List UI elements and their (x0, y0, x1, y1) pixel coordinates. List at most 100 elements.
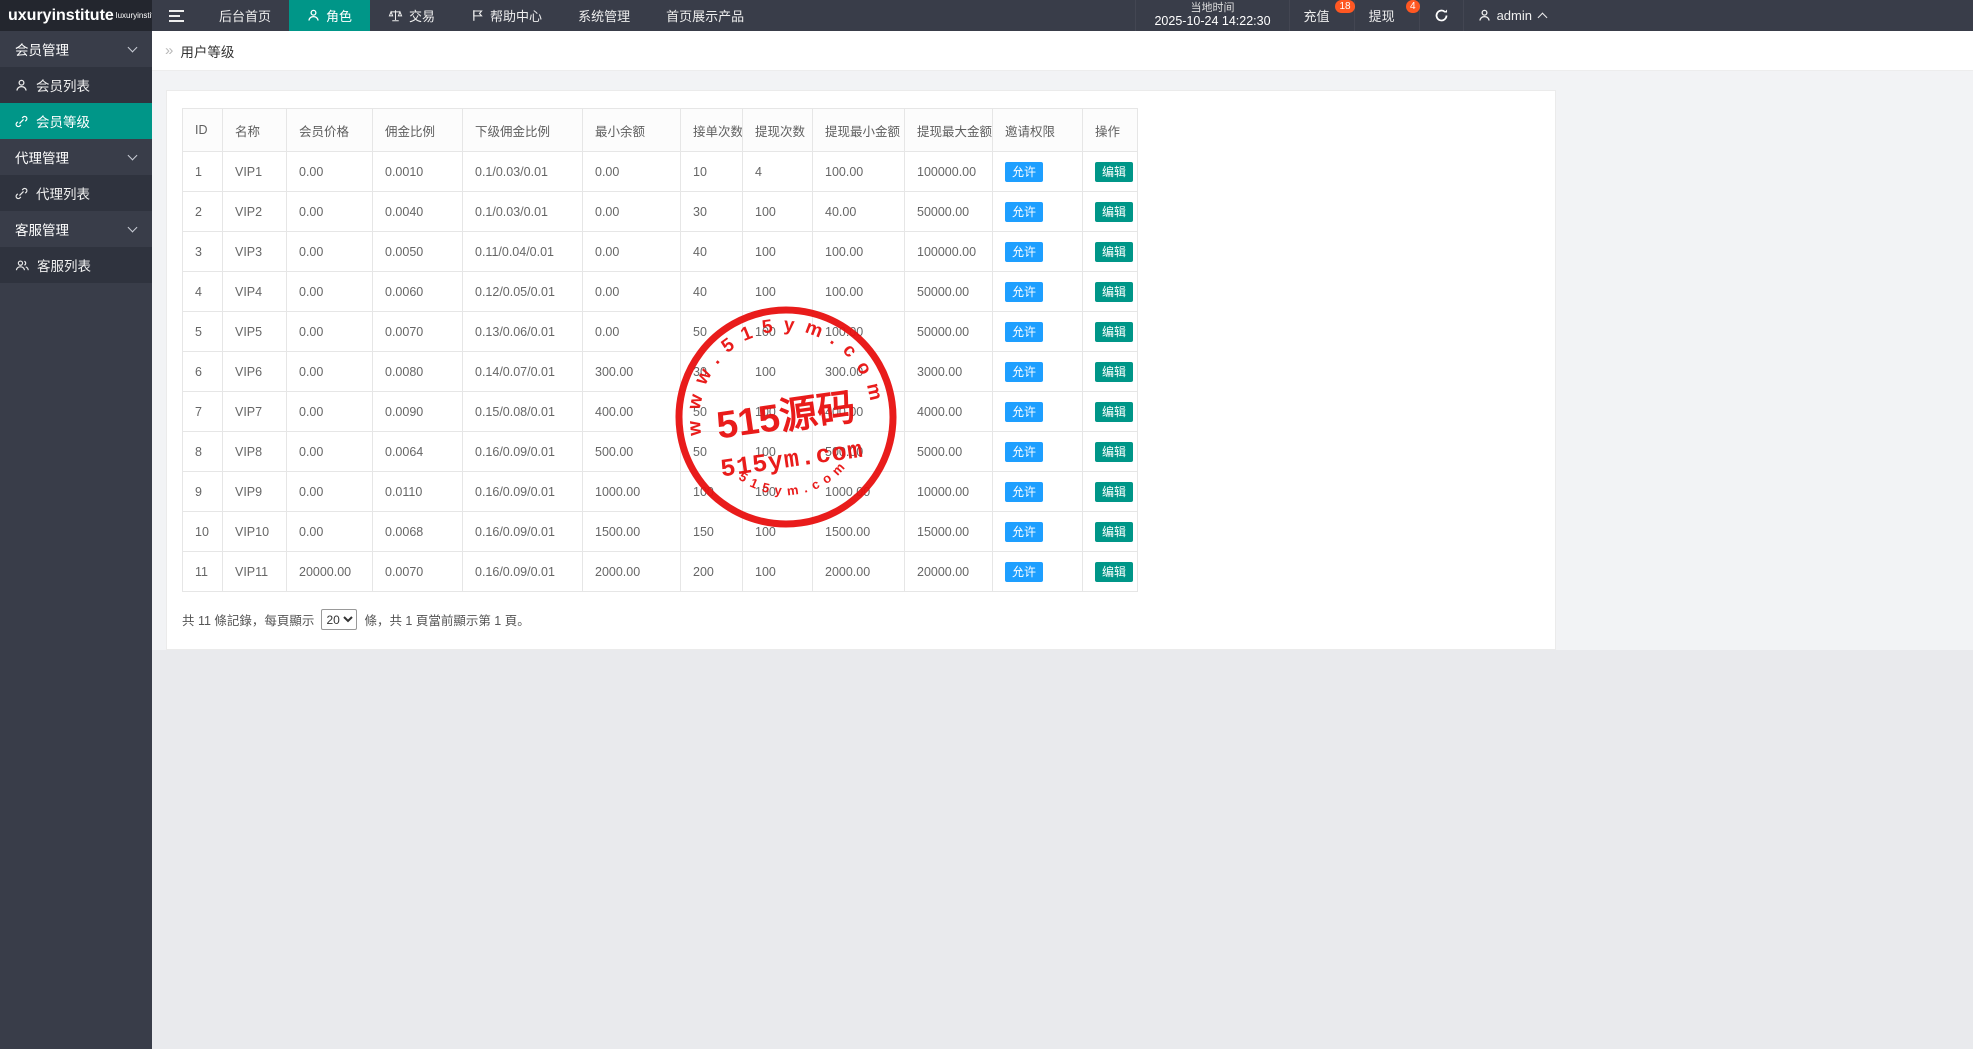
page-size-select[interactable]: 20 (321, 609, 357, 630)
topbar: uxuryinstitute luxuryinstitute 后台首页 角色 交… (0, 0, 1973, 31)
table-cell: 100.00 (813, 152, 905, 192)
invite-permission-cell: 允许 (993, 152, 1083, 192)
nav-item-dashboard[interactable]: 后台首页 (201, 0, 289, 31)
invite-permission-cell: 允许 (993, 232, 1083, 272)
table-cell: 20000.00 (905, 552, 993, 592)
nav-item-roles[interactable]: 角色 (289, 0, 370, 31)
hamburger-menu-icon[interactable] (152, 0, 201, 31)
table-cell: 50000.00 (905, 312, 993, 352)
nav-item-system[interactable]: 系统管理 (560, 0, 648, 31)
edit-button[interactable]: 编辑 (1095, 162, 1133, 182)
table-cell: 0.16/0.09/0.01 (463, 512, 583, 552)
table-cell: 100000.00 (905, 152, 993, 192)
table-cell: 100 (743, 272, 813, 312)
topbar-right: 当地时间 2025-10-24 14:22:30 充值 18 提现 4 admi… (1135, 0, 1560, 31)
flag-icon (471, 9, 484, 22)
allow-button[interactable]: 允许 (1005, 402, 1043, 422)
nav-item-trade[interactable]: 交易 (370, 0, 453, 31)
table-cell: 4 (743, 152, 813, 192)
table-cell: 50 (681, 432, 743, 472)
edit-button[interactable]: 编辑 (1095, 442, 1133, 462)
table-cell: 1500.00 (813, 512, 905, 552)
allow-button[interactable]: 允许 (1005, 282, 1043, 302)
edit-button[interactable]: 编辑 (1095, 562, 1133, 582)
sidebar-item-label: 代理列表 (36, 183, 90, 203)
edit-button[interactable]: 编辑 (1095, 362, 1133, 382)
edit-button[interactable]: 编辑 (1095, 282, 1133, 302)
sidebar-item-agent-list[interactable]: 代理列表 (0, 175, 152, 211)
column-header: 提现最大金额 (905, 109, 993, 152)
user-level-table: ID名称会员价格佣金比例下级佣金比例最小余额接单次数提现次数提现最小金额提现最大… (182, 108, 1138, 592)
admin-menu[interactable]: admin (1463, 0, 1560, 31)
recharge-label: 充值 (1304, 6, 1330, 25)
column-header: 名称 (223, 109, 287, 152)
allow-button[interactable]: 允许 (1005, 562, 1043, 582)
allow-button[interactable]: 允许 (1005, 242, 1043, 262)
edit-button[interactable]: 编辑 (1095, 402, 1133, 422)
edit-button[interactable]: 编辑 (1095, 242, 1133, 262)
table-cell: 5000.00 (905, 432, 993, 472)
table-cell: 100000.00 (905, 232, 993, 272)
table-cell: 15000.00 (905, 512, 993, 552)
column-header: 提现次数 (743, 109, 813, 152)
table-cell: 40 (681, 232, 743, 272)
sidebar-group-member-management[interactable]: 会员管理 (0, 31, 152, 67)
sidebar-group-agent-management[interactable]: 代理管理 (0, 139, 152, 175)
nav-item-help-center[interactable]: 帮助中心 (453, 0, 560, 31)
edit-button[interactable]: 编辑 (1095, 202, 1133, 222)
allow-button[interactable]: 允许 (1005, 162, 1043, 182)
chevron-down-icon (128, 150, 138, 160)
local-time: 当地时间 2025-10-24 14:22:30 (1135, 0, 1288, 31)
allow-button[interactable]: 允许 (1005, 362, 1043, 382)
table-cell: 500.00 (813, 432, 905, 472)
table-cell: 100.00 (813, 312, 905, 352)
nav-label: 首页展示产品 (666, 6, 744, 25)
table-cell: 6 (183, 352, 223, 392)
table-cell: 300.00 (813, 352, 905, 392)
table-cell: VIP11 (223, 552, 287, 592)
allow-button[interactable]: 允许 (1005, 522, 1043, 542)
table-cell: 0.00 (583, 152, 681, 192)
invite-permission-cell: 允许 (993, 472, 1083, 512)
chevron-down-icon (128, 222, 138, 232)
table-cell: VIP7 (223, 392, 287, 432)
table-cell: 0.00 (583, 312, 681, 352)
allow-button[interactable]: 允许 (1005, 322, 1043, 342)
nav-label: 交易 (409, 6, 435, 25)
table-cell: 400.00 (813, 392, 905, 432)
table-cell: 0.00 (287, 312, 373, 352)
allow-button[interactable]: 允许 (1005, 442, 1043, 462)
table-row: 4VIP40.000.00600.12/0.05/0.010.004010010… (183, 272, 1138, 312)
table-cell: 100 (743, 432, 813, 472)
recharge-button[interactable]: 充值 18 (1289, 0, 1354, 31)
allow-button[interactable]: 允许 (1005, 482, 1043, 502)
table-cell: 9 (183, 472, 223, 512)
invite-permission-cell: 允许 (993, 272, 1083, 312)
edit-button[interactable]: 编辑 (1095, 522, 1133, 542)
sidebar-item-member-level[interactable]: 会员等级 (0, 103, 152, 139)
pagination-prefix: 共 11 條記錄，每頁顯示 (182, 610, 314, 629)
sidebar-item-member-list[interactable]: 会员列表 (0, 67, 152, 103)
table-cell: 0.14/0.07/0.01 (463, 352, 583, 392)
table-row: 2VIP20.000.00400.1/0.03/0.010.003010040.… (183, 192, 1138, 232)
operation-cell: 编辑 (1083, 392, 1138, 432)
nav-item-home-products[interactable]: 首页展示产品 (648, 0, 762, 31)
table-cell: 0.00 (287, 352, 373, 392)
table-cell: 100 (743, 552, 813, 592)
operation-cell: 编辑 (1083, 152, 1138, 192)
table-cell: 0.00 (287, 432, 373, 472)
table-cell: VIP2 (223, 192, 287, 232)
refresh-button[interactable] (1419, 0, 1463, 31)
admin-username: admin (1497, 8, 1532, 23)
edit-button[interactable]: 编辑 (1095, 322, 1133, 342)
operation-cell: 编辑 (1083, 472, 1138, 512)
table-cell: 30 (681, 192, 743, 232)
allow-button[interactable]: 允许 (1005, 202, 1043, 222)
table-cell: 1 (183, 152, 223, 192)
sidebar-group-service-management[interactable]: 客服管理 (0, 211, 152, 247)
table-cell: 1000.00 (813, 472, 905, 512)
edit-button[interactable]: 编辑 (1095, 482, 1133, 502)
content-background-lower (152, 650, 1973, 1049)
withdraw-button[interactable]: 提现 4 (1354, 0, 1419, 31)
sidebar-item-service-list[interactable]: 客服列表 (0, 247, 152, 283)
